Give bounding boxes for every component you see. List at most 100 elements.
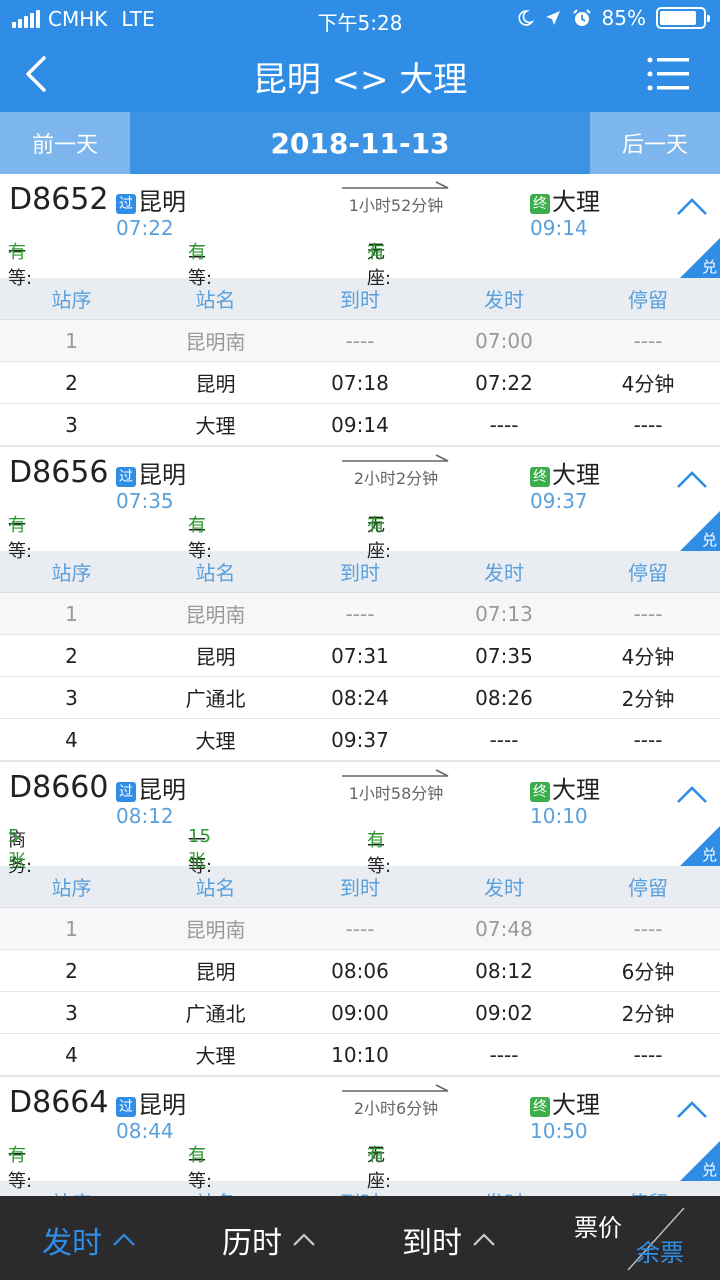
column-header: 发时 — [484, 561, 524, 585]
stop-cell: 昆明 — [195, 372, 236, 396]
to-station: 终大理 — [530, 182, 600, 217]
stop-cell: 广通北 — [185, 1002, 246, 1026]
page-title: 昆明 <> 大理 — [252, 60, 468, 100]
stop-cell: 08:06 — [331, 958, 389, 983]
stop-cell: 4 — [65, 727, 78, 752]
sort-bar: 发时 历时 到时 票价 余票 — [0, 1196, 720, 1280]
stop-cell: 广通北 — [185, 687, 246, 711]
stop-cell: 3 — [65, 1000, 78, 1025]
stop-cell: ---- — [345, 601, 375, 626]
arrow-right-icon — [342, 181, 449, 189]
arrive-time: 10:50 — [530, 1119, 588, 1143]
stop-cell: 07:35 — [475, 643, 533, 668]
collapse-button[interactable] — [676, 196, 708, 218]
chevron-up-icon — [677, 471, 707, 488]
battery-icon — [656, 7, 710, 29]
stop-cell: 3 — [65, 412, 78, 437]
column-header: 站名 — [195, 876, 236, 900]
stop-cell: ---- — [489, 412, 519, 437]
stop-cell: ---- — [633, 601, 663, 626]
stop-cell: 2 — [65, 958, 78, 983]
stop-cell: 07:48 — [475, 916, 533, 941]
menu-list-icon[interactable] — [646, 54, 690, 94]
stop-cell: 4分钟 — [621, 372, 675, 396]
to-station: 终大理 — [530, 770, 600, 805]
stop-cell: 昆明 — [195, 645, 236, 669]
from-station: 过昆明 — [116, 455, 186, 490]
column-header: 到时 — [340, 876, 380, 900]
sort-duration-button[interactable]: 历时 — [222, 1218, 316, 1262]
seat-class-value: 15张 — [188, 826, 211, 872]
exchange-corner-badge[interactable]: 兑 — [680, 1141, 720, 1181]
price-remaining-toggle[interactable]: 票价 余票 — [574, 1206, 694, 1272]
depart-time: 08:12 — [116, 804, 174, 828]
exchange-corner-badge[interactable]: 兑 — [680, 238, 720, 278]
column-header: 发时 — [432, 1181, 576, 1196]
stop-cell: ---- — [633, 1042, 663, 1067]
train-summary[interactable]: D8656 过昆明 07:35 2小时2分钟终大理 09:37 一等: 有二等: 有无座:… — [0, 447, 720, 562]
collapse-button[interactable] — [676, 784, 708, 806]
stops-table-header: 站序站名到时发时停留 — [0, 278, 720, 320]
arrive-time: 09:37 — [530, 489, 588, 513]
chevron-up-icon — [113, 1233, 135, 1246]
seat-class-value: 有 — [8, 242, 26, 263]
next-day-button[interactable]: 后一天 — [590, 112, 720, 174]
stops-table-header: 站序站名到时发时停留 — [0, 551, 720, 593]
train-card: D8656 过昆明 07:35 2小时2分钟终大理 09:37 一等: 有二等: 有无座:… — [0, 447, 720, 762]
stop-row: 1 昆明南 ---- 07:00 ---- — [0, 320, 720, 362]
stop-cell: 1 — [65, 328, 78, 353]
collapse-button[interactable] — [676, 1099, 708, 1121]
column-header: 站名 — [195, 288, 236, 312]
collapse-button[interactable] — [676, 469, 708, 491]
prev-day-button[interactable]: 前一天 — [0, 112, 130, 174]
stop-row: 1 昆明南 ---- 07:48 ---- — [0, 908, 720, 950]
stop-cell: 09:00 — [331, 1000, 389, 1025]
column-header: 停留 — [628, 876, 668, 900]
exchange-corner-badge[interactable]: 兑 — [680, 511, 720, 551]
train-summary[interactable]: D8660 过昆明 08:12 1小时58分钟终大理 10:10 商务: 5张 一等: 15… — [0, 762, 720, 877]
from-station: 过昆明 — [116, 1085, 186, 1120]
column-header: 发时 — [484, 288, 524, 312]
stop-row: 3 广通北 08:24 08:26 2分钟 — [0, 677, 720, 719]
chevron-up-icon — [677, 786, 707, 803]
chevron-up-icon — [473, 1233, 495, 1246]
seat-class-value: 5张 — [8, 826, 26, 872]
column-header: 停留 — [628, 288, 668, 312]
stop-cell: ---- — [633, 412, 663, 437]
terminal-badge: 终 — [530, 1097, 550, 1117]
stop-cell: 昆明南 — [185, 330, 246, 354]
sort-depart-button[interactable]: 发时 — [42, 1218, 136, 1262]
current-date[interactable]: 2018-11-13 — [130, 112, 590, 174]
top-bar: CMHK LTE 下午5:28 85% 昆明 <> 大理 — [0, 0, 720, 112]
seat-class-value: 有 — [188, 1145, 206, 1166]
exchange-corner-badge[interactable]: 兑 — [680, 826, 720, 866]
from-station: 过昆明 — [116, 770, 186, 805]
seat-availability: 一等: 有二等: 有无座: 有 — [0, 1141, 720, 1192]
stop-cell: ---- — [345, 328, 375, 353]
stop-cell: 08:26 — [475, 685, 533, 710]
train-summary[interactable]: D8664 过昆明 08:44 2小时6分钟终大理 10:50 一等: 有二等: 有无座:… — [0, 1077, 720, 1192]
seat-class-value: 有 — [367, 1145, 385, 1166]
stop-cell: 07:22 — [475, 370, 533, 395]
date-bar: 前一天 2018-11-13 后一天 — [0, 112, 720, 174]
terminal-badge: 终 — [530, 467, 550, 487]
from-station-name: 昆明 — [138, 461, 186, 489]
exchange-badge-text: 兑 — [701, 531, 717, 549]
stop-cell: ---- — [489, 727, 519, 752]
train-summary[interactable]: D8652 过昆明 07:22 1小时52分钟终大理 09:14 一等: 有二等: 有无座… — [0, 174, 720, 289]
stop-row: 2 昆明 07:18 07:22 4分钟 — [0, 362, 720, 404]
terminal-badge: 终 — [530, 194, 550, 214]
seat-class-value: 有 — [188, 242, 206, 263]
sort-arrive-button[interactable]: 到时 — [402, 1218, 496, 1262]
arrow-right-icon — [342, 454, 449, 462]
stop-cell: 09:14 — [331, 412, 389, 437]
from-station: 过昆明 — [116, 182, 186, 217]
pass-badge: 过 — [116, 782, 136, 802]
stop-cell: 6分钟 — [621, 960, 675, 984]
seat-class-value: 有 — [8, 515, 26, 536]
train-list: D8652 过昆明 07:22 1小时52分钟终大理 09:14 一等: 有二等: 有无座… — [0, 174, 720, 1196]
depart-time: 07:35 — [116, 489, 174, 513]
duration-text: 2小时2分钟 — [353, 469, 439, 488]
exchange-badge-text: 兑 — [701, 258, 717, 276]
location-icon — [545, 11, 560, 25]
